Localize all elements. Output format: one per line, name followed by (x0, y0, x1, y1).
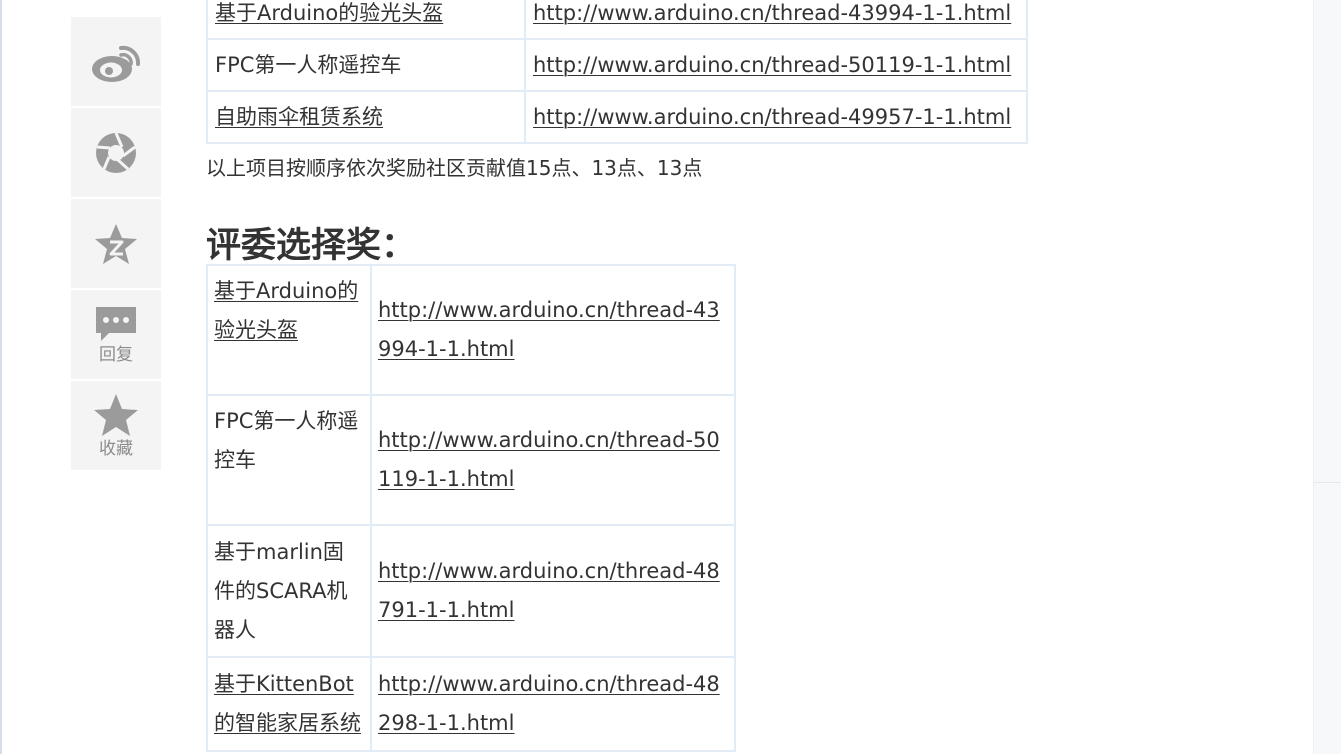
winners-table: 基于Arduino的验光头盔 http://www.arduino.cn/thr… (206, 0, 1028, 144)
judges-choice-table: 基于Arduino的验光头盔 http://www.arduino.cn/thr… (206, 264, 736, 752)
table-cell: FPC第一人称遥控车 (206, 394, 372, 526)
table-cell: http://www.arduino.cn/thread-49957-1-1.h… (524, 90, 1028, 144)
project-name: FPC第一人称遥控车 (214, 409, 359, 472)
table-row: FPC第一人称遥控车 http://www.arduino.cn/thread-… (206, 394, 736, 526)
project-url-link[interactable]: http://www.arduino.cn/thread-50119-1-1.h… (378, 428, 720, 491)
table-cell: http://www.arduino.cn/thread-48298-1-1.h… (370, 656, 736, 752)
project-url-link[interactable]: http://www.arduino.cn/thread-49957-1-1.h… (533, 105, 1011, 129)
table-cell: http://www.arduino.cn/thread-50119-1-1.h… (524, 38, 1028, 92)
table-row: 基于Arduino的验光头盔 http://www.arduino.cn/thr… (206, 0, 1028, 40)
right-scroll-track[interactable] (1313, 0, 1341, 754)
scroll-track-divider (1314, 482, 1341, 483)
weibo-icon (92, 45, 141, 82)
project-url-link[interactable]: http://www.arduino.cn/thread-43994-1-1.h… (533, 1, 1011, 25)
table-cell: http://www.arduino.cn/thread-43994-1-1.h… (370, 264, 736, 396)
project-name-link[interactable]: 基于KittenBot的智能家居系统 (214, 672, 361, 735)
project-name: FPC第一人称遥控车 (215, 53, 402, 77)
share-weibo-button[interactable] (71, 17, 161, 106)
project-name-link[interactable]: 自助雨伞租赁系统 (215, 105, 383, 129)
favorite-label: 收藏 (99, 438, 133, 459)
table-cell: http://www.arduino.cn/thread-50119-1-1.h… (370, 394, 736, 526)
table-row: 基于Arduino的验光头盔 http://www.arduino.cn/thr… (206, 264, 736, 396)
table-row: 基于KittenBot的智能家居系统 http://www.arduino.cn… (206, 656, 736, 752)
reward-note: 以上项目按顺序依次奖励社区贡献值15点、13点、13点 (206, 156, 703, 180)
project-name-link[interactable]: 基于Arduino的验光头盔 (214, 279, 358, 342)
project-name: 基于marlin固件的SCARA机器人 (214, 539, 348, 642)
reply-label: 回复 (99, 344, 133, 365)
star-z-icon (95, 223, 137, 264)
favorite-button[interactable]: 收藏 (71, 381, 161, 470)
table-cell: 基于Arduino的验光头盔 (206, 264, 372, 396)
share-qzone-button[interactable] (71, 108, 161, 197)
table-cell: http://www.arduino.cn/thread-43994-1-1.h… (524, 0, 1028, 40)
share-zone-button[interactable] (71, 199, 161, 288)
table-cell: 基于Arduino的验光头盔 (206, 0, 526, 40)
page: 回复 收藏 基于Arduino的验光头盔 http://www.arduino.… (0, 0, 1341, 754)
comment-icon (96, 306, 136, 341)
section-heading: 评委选择奖： (206, 226, 417, 266)
share-action-rail: 回复 收藏 (71, 17, 161, 472)
aperture-icon (96, 131, 136, 173)
table-cell: 基于KittenBot的智能家居系统 (206, 656, 372, 752)
table-cell: http://www.arduino.cn/thread-48791-1-1.h… (370, 524, 736, 658)
reply-button[interactable]: 回复 (71, 290, 161, 379)
table-cell: 基于marlin固件的SCARA机器人 (206, 524, 372, 658)
project-url-link[interactable]: http://www.arduino.cn/thread-43994-1-1.h… (378, 298, 720, 361)
table-row: FPC第一人称遥控车 http://www.arduino.cn/thread-… (206, 38, 1028, 92)
project-url-link[interactable]: http://www.arduino.cn/thread-48298-1-1.h… (378, 672, 720, 735)
table-cell: FPC第一人称遥控车 (206, 38, 526, 92)
project-url-link[interactable]: http://www.arduino.cn/thread-50119-1-1.h… (533, 53, 1011, 77)
star-icon (94, 393, 138, 436)
table-cell: 自助雨伞租赁系统 (206, 90, 526, 144)
project-name-link[interactable]: 基于Arduino的验光头盔 (215, 1, 443, 25)
table-row: 自助雨伞租赁系统 http://www.arduino.cn/thread-49… (206, 90, 1028, 144)
project-url-link[interactable]: http://www.arduino.cn/thread-48791-1-1.h… (378, 559, 720, 622)
window-left-border (0, 0, 2, 754)
table-row: 基于marlin固件的SCARA机器人 http://www.arduino.c… (206, 524, 736, 658)
